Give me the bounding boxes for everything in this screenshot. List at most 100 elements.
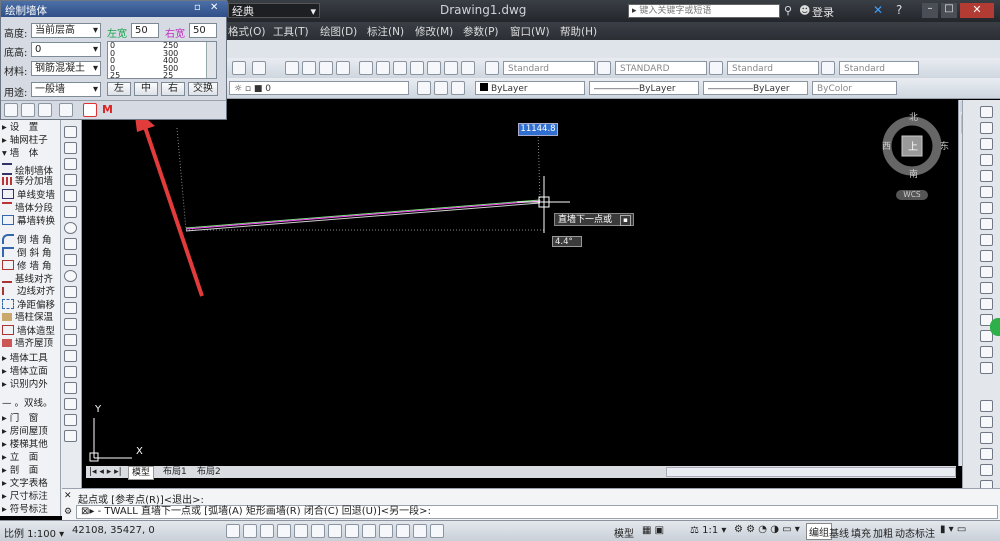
markup-icon[interactable] bbox=[427, 61, 441, 75]
point-icon[interactable] bbox=[64, 334, 77, 346]
sidebar-item[interactable]: 基线对齐 bbox=[2, 273, 60, 285]
workspace-dropdown[interactable]: 经典 ▾ bbox=[228, 3, 320, 18]
sidebar-item[interactable]: ▸ 门 窗 bbox=[2, 413, 60, 425]
rectangle-icon[interactable] bbox=[64, 190, 77, 202]
tab-model[interactable]: 模型 bbox=[128, 466, 155, 480]
sidebar-item[interactable]: 幕墙转换 bbox=[2, 215, 60, 227]
pan-icon[interactable] bbox=[285, 61, 299, 75]
polygon-icon[interactable] bbox=[64, 174, 77, 186]
sidebar-item[interactable]: 墙柱保温 bbox=[2, 312, 60, 324]
fill-toggle[interactable]: 填充 bbox=[851, 525, 871, 540]
layer-manager-icon[interactable] bbox=[417, 81, 431, 95]
text-style-icon[interactable] bbox=[485, 61, 499, 75]
menu-help[interactable]: 帮助(H) bbox=[560, 24, 597, 39]
polar-icon[interactable] bbox=[294, 524, 308, 538]
stretch-icon[interactable] bbox=[980, 234, 993, 246]
sidebar-item[interactable]: ▸ 文字表格 bbox=[2, 478, 60, 490]
sidebar-item[interactable]: ▸ 墙体立面 bbox=[2, 366, 60, 378]
model-space-button[interactable]: 模型 bbox=[614, 525, 634, 540]
sidebar-item[interactable]: ▾ 墙 体 bbox=[2, 148, 60, 160]
polyline-icon[interactable] bbox=[64, 158, 77, 170]
sidebar-item[interactable]: ▸ 识别内外 bbox=[2, 379, 60, 391]
quick-props-icon[interactable] bbox=[413, 524, 427, 538]
bold-toggle[interactable]: 加粗 bbox=[873, 525, 893, 540]
table-style-icon[interactable] bbox=[709, 61, 723, 75]
layer-previous-icon[interactable] bbox=[451, 81, 465, 95]
dynamic-dim-toggle[interactable]: 动态标注 bbox=[895, 525, 935, 540]
construction-line-icon[interactable] bbox=[64, 142, 77, 154]
table-style-select[interactable]: Standard bbox=[727, 61, 819, 75]
sidebar-item[interactable]: 墙体分段 bbox=[2, 202, 60, 214]
explode-icon[interactable] bbox=[980, 362, 993, 374]
side-badge[interactable] bbox=[990, 318, 1000, 336]
modular-toggle[interactable]: M bbox=[102, 103, 113, 116]
wrench-icon[interactable]: ⚙ bbox=[64, 507, 72, 517]
tab-nav-icon[interactable]: |◂ ◂ ▸ ▸| bbox=[86, 466, 125, 478]
linetype-select[interactable]: ―――――ByLayer bbox=[589, 81, 699, 95]
move-icon[interactable] bbox=[980, 186, 993, 198]
swap-button[interactable]: 交换 bbox=[188, 82, 218, 96]
sidebar-item[interactable]: ▸ 墙体工具 bbox=[2, 353, 60, 365]
center-align-button[interactable]: 中 bbox=[134, 82, 158, 96]
annotation-scale[interactable]: ⚖ 1:1 ▾ bbox=[690, 525, 726, 536]
search-icon[interactable]: ⚲ bbox=[784, 4, 792, 17]
plotstyle-select[interactable]: ByColor bbox=[812, 81, 897, 95]
width-list[interactable]: 0 0 0 0 25 250 300 400 500 25 bbox=[107, 41, 217, 79]
offset-tool-icon[interactable] bbox=[980, 154, 993, 166]
status-tray-icons[interactable]: ▮ ▾ ▭ bbox=[940, 524, 966, 535]
exchange-icon[interactable]: ✕ bbox=[873, 3, 883, 17]
panel-close-icon[interactable]: ✕ bbox=[210, 2, 218, 13]
menu-window[interactable]: 窗口(W) bbox=[510, 24, 550, 39]
sheet-set-icon[interactable] bbox=[410, 61, 424, 75]
menu-dimension[interactable]: 标注(N) bbox=[367, 24, 404, 39]
insert-block-icon[interactable] bbox=[64, 302, 77, 314]
mtext-icon[interactable] bbox=[64, 414, 77, 426]
sidebar-item[interactable]: ▸ 立 面 bbox=[2, 452, 60, 464]
rect-wall-icon[interactable] bbox=[38, 103, 52, 117]
workspace-icons[interactable]: ⚙ ⚙ ◔ ◑ ▭ ▾ bbox=[734, 524, 800, 535]
sidebar-item[interactable]: 倒 斜 角 bbox=[2, 247, 60, 259]
mirror-icon[interactable] bbox=[980, 138, 993, 150]
snap-icon[interactable] bbox=[243, 524, 257, 538]
array-icon[interactable] bbox=[980, 170, 993, 182]
send-under-icon[interactable] bbox=[980, 464, 993, 476]
sidebar-item[interactable]: ▸ 房间屋顶 bbox=[2, 426, 60, 438]
baseline-toggle[interactable]: 基线 bbox=[829, 525, 849, 540]
multileader-style-icon[interactable] bbox=[821, 61, 835, 75]
sidebar-item[interactable]: ▸ 剖 面 bbox=[2, 465, 60, 477]
table-icon[interactable] bbox=[64, 398, 77, 410]
layer-select[interactable]: ☼ ▫ ■ 0 bbox=[229, 81, 409, 95]
send-back-icon[interactable] bbox=[980, 432, 993, 444]
break-icon[interactable] bbox=[980, 298, 993, 310]
color-select[interactable]: ByLayer bbox=[475, 81, 585, 95]
properties-icon[interactable] bbox=[359, 61, 373, 75]
make-block-icon[interactable] bbox=[64, 318, 77, 330]
scale-icon[interactable] bbox=[980, 218, 993, 230]
gradient-icon[interactable] bbox=[64, 366, 77, 378]
transparency-icon[interactable] bbox=[396, 524, 410, 538]
pick-icon[interactable] bbox=[59, 103, 73, 117]
dim-style-icon[interactable] bbox=[597, 61, 611, 75]
trim-icon[interactable] bbox=[980, 250, 993, 262]
design-center-icon[interactable] bbox=[376, 61, 390, 75]
undo-icon[interactable] bbox=[232, 61, 246, 75]
calc-icon[interactable] bbox=[444, 61, 458, 75]
compass-top-face[interactable]: 上 bbox=[908, 138, 918, 153]
menu-parametric[interactable]: 参数(P) bbox=[463, 24, 499, 39]
ortho-icon[interactable] bbox=[83, 103, 97, 117]
menu-format[interactable]: 格式(O) bbox=[228, 24, 265, 39]
draw-order-icon[interactable] bbox=[980, 400, 993, 412]
right-align-button[interactable]: 右 bbox=[161, 82, 185, 96]
sidebar-item[interactable]: 净距偏移 bbox=[2, 299, 60, 311]
lineweight-select[interactable]: ―――――ByLayer bbox=[703, 81, 808, 95]
zoom-realtime-icon[interactable] bbox=[302, 61, 316, 75]
sidebar-item[interactable]: 绘制墙体 bbox=[2, 163, 60, 175]
sidebar-item[interactable]: ▸ 符号标注 bbox=[2, 504, 60, 516]
sidebar-item[interactable]: ▸ 轴网柱子 bbox=[2, 135, 60, 147]
tool-palette-icon[interactable] bbox=[393, 61, 407, 75]
menu-modify[interactable]: 修改(M) bbox=[415, 24, 453, 39]
command-close-icon[interactable]: ✕ bbox=[64, 491, 72, 501]
right-width-input[interactable]: 50 bbox=[189, 23, 217, 38]
tab-layout2[interactable]: 布局2 bbox=[194, 466, 224, 478]
help-icon[interactable]: ? bbox=[896, 3, 902, 17]
